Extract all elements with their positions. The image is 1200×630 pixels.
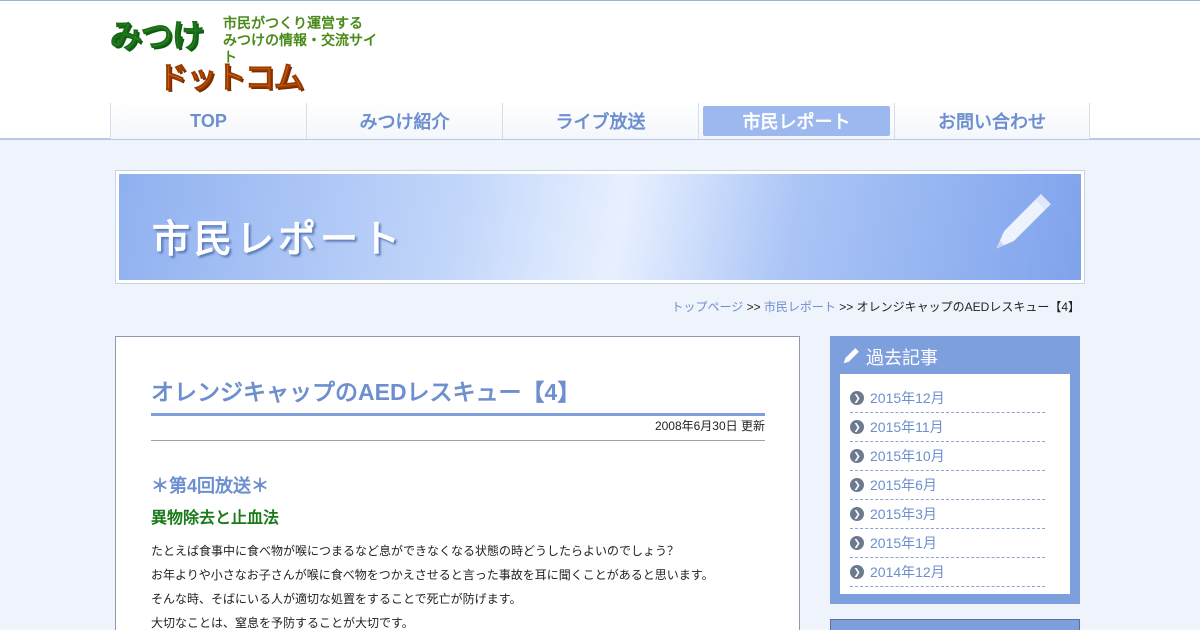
nav-label: みつけ紹介 xyxy=(359,112,450,132)
archive-link[interactable]: ❯ 2015年12月 xyxy=(850,384,1045,413)
sub-title: 異物除去と止血法 xyxy=(151,510,280,527)
sidebar-title: 過去記事 xyxy=(866,348,938,368)
nav-item-contact[interactable]: お問い合わせ xyxy=(894,103,1090,139)
pencil-icon xyxy=(843,348,859,364)
arrow-right-icon: ❯ xyxy=(850,536,864,550)
archive-label: 2015年3月 xyxy=(870,506,937,522)
nav-item-top[interactable]: TOP xyxy=(110,103,306,139)
site-logo[interactable]: みつけ ドットコム 市民がつくり運営する みつけの情報・交流サイト xyxy=(109,9,390,97)
archive-list: ❯ 2015年12月 ❯ 2015年11月 ❯ 2015年10月 ❯ 2015年6月 ❯… xyxy=(840,374,1070,594)
nav-label: ライブ放送 xyxy=(555,112,646,132)
banner-background: 市民レポート xyxy=(119,174,1081,280)
breadcrumb: トップページ >> 市民レポート >> オレンジキャップのAEDレスキュー【4】 xyxy=(671,298,1080,315)
archive-label: 2015年10月 xyxy=(870,448,945,464)
breadcrumb-separator: >> xyxy=(839,300,854,314)
archive-sidebar: 過去記事 ❯ 2015年12月 ❯ 2015年11月 ❯ 2015年10月 ❯ 2015… xyxy=(830,336,1080,604)
breadcrumb-home-link[interactable]: トップページ xyxy=(671,300,743,314)
banner-title: 市民レポート xyxy=(152,219,405,261)
article-panel: オレンジキャップのAEDレスキュー【4】 2008年6月30日 更新 ＊第4回放… xyxy=(115,336,800,630)
logo-tagline: 市民がつくり運営する みつけの情報・交流サイト xyxy=(223,15,377,65)
breadcrumb-separator: >> xyxy=(746,300,761,314)
archive-link[interactable]: ❯ 2015年10月 xyxy=(850,442,1045,471)
article-body: たとえば食事中に食べ物が喉につまるなど息ができなくなる状態の時どうしたらよいので… xyxy=(151,539,765,630)
breadcrumb-current: オレンジキャップのAEDレスキュー【4】 xyxy=(856,300,1080,314)
pencil-icon xyxy=(996,194,1051,249)
nav-item-live[interactable]: ライブ放送 xyxy=(502,103,698,139)
nav-label: お問い合わせ xyxy=(938,112,1046,132)
article-paragraph: そんな時、そばにいる人が適切な処置をすることで死亡が防げます。 xyxy=(151,592,522,606)
breadcrumb-section-link[interactable]: 市民レポート xyxy=(764,300,836,314)
sidebar-header: 過去記事 xyxy=(840,344,938,370)
archive-link[interactable]: ❯ 2015年11月 xyxy=(850,413,1045,442)
main-nav: TOP みつけ紹介 ライブ放送 市民レポート お問い合わせ xyxy=(110,103,1090,139)
article-paragraph: 大切なことは、窒息を予防することが大切です。 xyxy=(151,616,414,630)
archive-link[interactable]: ❯ 2015年1月 xyxy=(850,529,1045,558)
article-title: オレンジキャップのAEDレスキュー【4】 xyxy=(151,373,765,416)
nav-item-report[interactable]: 市民レポート xyxy=(698,103,894,139)
logo-text-top: みつけ xyxy=(109,17,204,56)
sidebar-next-panel xyxy=(830,619,1080,630)
arrow-right-icon: ❯ xyxy=(850,478,864,492)
arrow-right-icon: ❯ xyxy=(850,565,864,579)
archive-label: 2015年12月 xyxy=(870,390,945,406)
site-header: みつけ ドットコム 市民がつくり運営する みつけの情報・交流サイト TOP みつ… xyxy=(0,0,1200,140)
archive-label: 2014年12月 xyxy=(870,564,945,580)
archive-link[interactable]: ❯ 2015年3月 xyxy=(850,500,1045,529)
arrow-right-icon: ❯ xyxy=(850,449,864,463)
article-paragraph: たとえば食事中に食べ物が喉につまるなど息ができなくなる状態の時どうしたらよいので… xyxy=(151,544,680,558)
article-paragraph: お年よりや小さなお子さんが喉に食べ物をつかえさせると言った事故を耳に聞くことがあ… xyxy=(151,568,714,582)
arrow-right-icon: ❯ xyxy=(850,507,864,521)
article-date: 2008年6月30日 更新 xyxy=(151,417,765,441)
page-banner: 市民レポート xyxy=(115,170,1085,284)
section-title: ＊第4回放送＊ xyxy=(151,476,270,496)
archive-label: 2015年1月 xyxy=(870,535,937,551)
nav-item-about[interactable]: みつけ紹介 xyxy=(306,103,502,139)
nav-label: 市民レポート xyxy=(703,106,890,136)
archive-label: 2015年6月 xyxy=(870,477,937,493)
archive-link[interactable]: ❯ 2015年6月 xyxy=(850,471,1045,500)
arrow-right-icon: ❯ xyxy=(850,420,864,434)
archive-link[interactable]: ❯ 2014年12月 xyxy=(850,558,1045,587)
nav-label: TOP xyxy=(190,110,227,131)
arrow-right-icon: ❯ xyxy=(850,391,864,405)
archive-label: 2015年11月 xyxy=(870,419,944,435)
